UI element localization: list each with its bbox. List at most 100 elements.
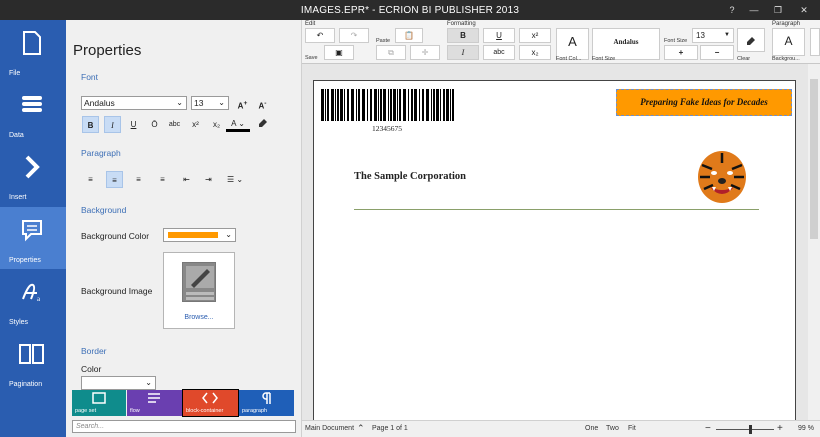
vertical-scrollbar[interactable] [808,64,820,420]
background-color-select[interactable]: ⌄ [163,228,236,242]
group-edit-label: Edit [305,21,316,27]
section-background: Background [81,205,127,215]
italic-button[interactable]: I [104,116,121,133]
minimize-button[interactable]: — [746,3,762,17]
grow-font-button[interactable]: A+ [234,95,251,112]
background-color-label: Background Color [81,231,150,241]
ribbon-italic-button[interactable]: I [447,45,479,60]
data-icon [22,96,42,112]
bold-button[interactable]: B [82,116,99,133]
redo-icon[interactable]: ↷ [339,28,369,43]
palette-flow[interactable]: flow [127,390,182,416]
chevron-down-icon: ⌄ [225,230,232,239]
main-document-label[interactable]: Main Document [305,425,354,432]
undo-icon[interactable]: ↶ [305,28,335,43]
view-fit-button[interactable]: Fit [628,425,636,432]
image-placeholder-icon [182,262,216,302]
ribbon-underline-button[interactable]: U [483,28,515,43]
save-icon[interactable]: ▣ [324,45,354,60]
copy-icon[interactable]: ⧉ [376,45,406,60]
zoom-slider-thumb[interactable] [749,425,752,434]
nav-label-pagination: Pagination [9,381,43,388]
align-center-icon[interactable]: ≡ [106,171,123,188]
superscript-button[interactable]: x² [187,116,204,133]
file-icon [23,31,41,55]
indent-decrease-icon[interactable]: ⇤ [178,171,195,188]
ribbon-grow-button[interactable]: + [664,45,698,60]
border-color-select[interactable]: ⌄ [81,376,156,390]
eraser-icon[interactable] [254,116,271,133]
ribbon-bold-button[interactable]: B [447,28,479,43]
nav-item-styles[interactable]: a Styles [0,269,66,331]
shrink-font-button[interactable]: A- [254,95,271,112]
company-name[interactable]: The Sample Corporation [354,171,466,182]
background-image-label: Background Image [81,286,153,296]
close-button[interactable]: ✕ [796,3,812,17]
indent-increase-icon[interactable]: ⇥ [200,171,217,188]
ribbon-background-button[interactable]: A [772,28,805,56]
zoom-slider[interactable] [716,425,774,434]
tiger-logo[interactable] [692,147,752,207]
eraser-icon [747,37,755,45]
ribbon-more-button[interactable] [810,28,820,56]
background-image-picker[interactable]: Browse... [163,252,235,329]
font-size-select[interactable]: 13 ⌄ [191,96,229,110]
palette-page-set-label: page set [75,408,97,414]
maximize-button[interactable]: ❐ [770,3,786,17]
help-button[interactable]: ? [724,3,740,17]
barcode[interactable] [321,89,456,129]
nav-item-pagination[interactable]: Pagination [0,331,66,393]
align-right-icon[interactable]: ≡ [130,171,147,188]
overline-button[interactable]: Ō [146,116,163,133]
window-title: IMAGES.EPR* - ECRION BI PUBLISHER 2013 [300,5,520,16]
list-icon[interactable]: ☰ ⌄ [222,171,248,188]
zoom-out-button[interactable]: − [705,423,711,434]
underline-button[interactable]: U [125,116,142,133]
panel-title: Properties [73,42,142,59]
font-color-button[interactable]: A ⌄ [226,115,250,132]
nav-item-properties[interactable]: Properties [0,207,66,269]
align-left-icon[interactable]: ≡ [82,171,99,188]
ribbon-subscript-button[interactable]: x₂ [519,45,551,60]
main-nav: File Data Insert Properties a Styles Pag… [0,20,66,437]
palette-block-container[interactable]: block-container [182,389,239,417]
section-border: Border [81,346,107,356]
ribbon-superscript-button[interactable]: x² [519,28,551,43]
scrollbar-thumb[interactable] [810,79,818,239]
palette-page-set[interactable]: page set [72,390,126,416]
strikethrough-button[interactable]: abc [166,116,183,133]
status-bar: Main Document ⌃ Page 1 of 1 One Two Fit … [302,420,820,437]
search-input[interactable]: Search... [72,420,296,433]
cut-icon[interactable]: ✛ [410,45,440,60]
ribbon-strike-button[interactable]: abc [483,45,515,60]
document-canvas[interactable]: 12345675 Preparing Fake Ideas for Decade… [302,64,808,425]
banner-text-box[interactable]: Preparing Fake Ideas for Decades [616,89,792,116]
ribbon-shrink-button[interactable]: − [700,45,734,60]
svg-text:a: a [37,295,41,303]
chevron-up-icon[interactable]: ⌃ [357,423,365,434]
insert-icon [25,155,40,179]
ribbon-toolbar: Edit ↶ ↷ ▣ Save Paste 📋 ⧉ ✛ Formatting B… [302,20,820,64]
align-justify-icon[interactable]: ≡ [154,171,171,188]
font-family-value: Andalus [84,98,115,108]
nav-item-data[interactable]: Data [0,82,66,144]
background-color-swatch [168,232,218,238]
subscript-button[interactable]: x₂ [208,116,225,133]
view-one-button[interactable]: One [585,425,598,432]
pilcrow-icon [262,392,271,404]
nav-item-insert[interactable]: Insert [0,144,66,206]
ribbon-font-size-select[interactable]: 13 ▼ [692,28,734,43]
properties-panel: Properties Font Andalus ⌄ 13 ⌄ A+ A- B I… [66,20,302,437]
browse-link[interactable]: Browse... [164,314,234,321]
document-page[interactable]: 12345675 Preparing Fake Ideas for Decade… [313,80,796,425]
view-two-button[interactable]: Two [606,425,619,432]
nav-label-styles: Styles [9,319,29,326]
paste-icon[interactable]: 📋 [395,28,423,43]
chevron-down-icon: ▼ [724,32,730,38]
styles-icon: a [22,283,41,303]
nav-item-file[interactable]: File [0,20,66,82]
zoom-in-button[interactable]: + [777,423,783,434]
palette-paragraph[interactable]: paragraph [239,390,294,416]
clear-format-button[interactable] [737,28,765,52]
font-family-select[interactable]: Andalus ⌄ [81,96,187,110]
